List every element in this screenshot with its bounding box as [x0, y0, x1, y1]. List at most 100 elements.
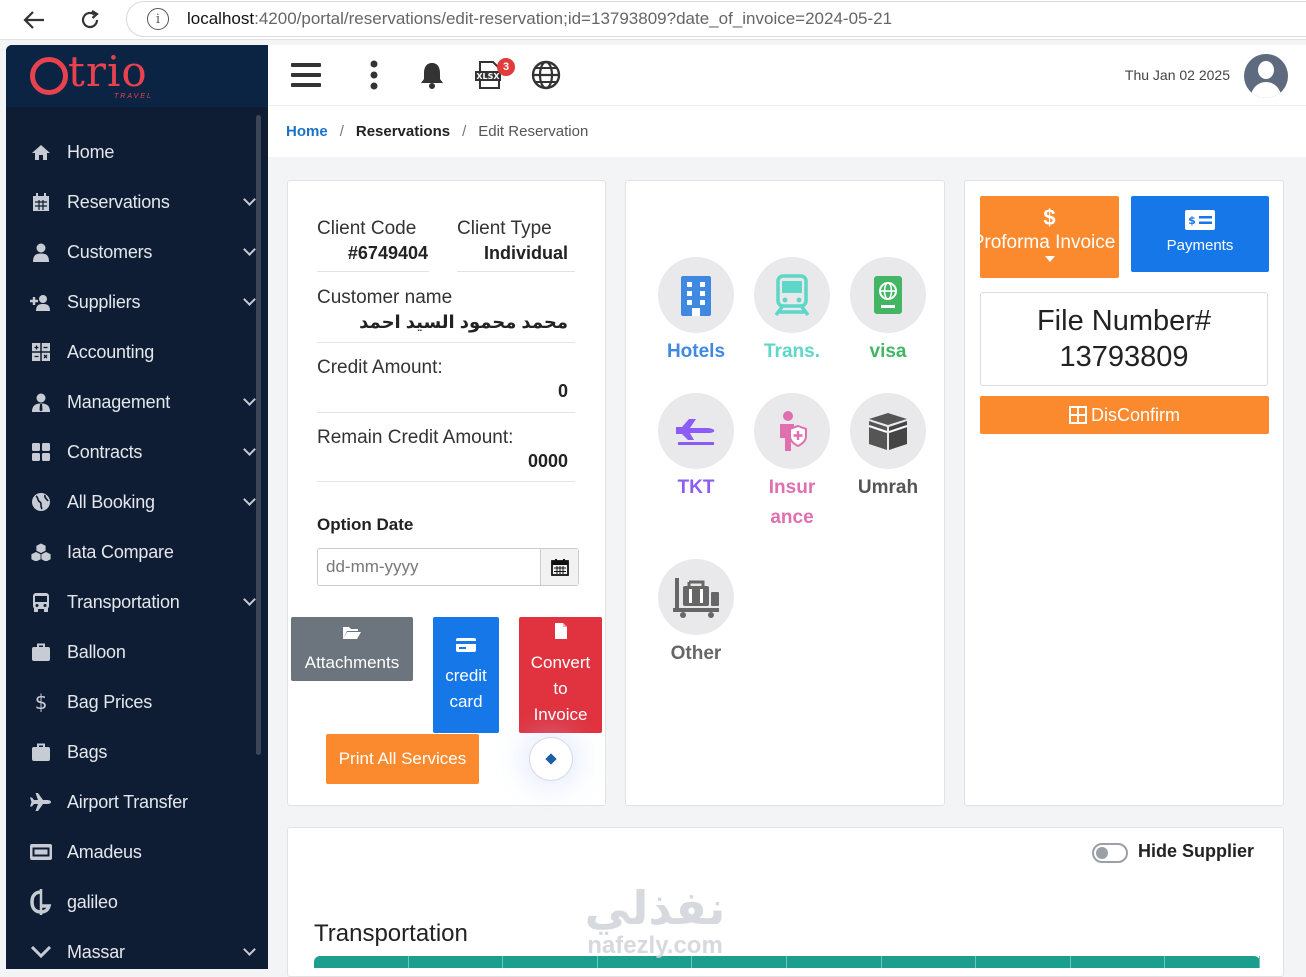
plane-icon: [30, 792, 52, 812]
file-number-box: File Number# 13793809: [980, 292, 1268, 386]
file-number-value: 13793809: [1059, 341, 1189, 373]
proforma-invoice-button[interactable]: $ Proforma Invoice: [980, 196, 1119, 278]
money-check-icon: $: [1131, 209, 1269, 231]
chevron-down-icon[interactable]: [243, 393, 256, 406]
service-umrah[interactable]: Umrah: [840, 393, 936, 503]
file-icon: [554, 622, 568, 648]
attachments-label: Attachments: [304, 653, 400, 672]
service-label: visa: [869, 341, 907, 362]
sidebar-item-label: Home: [67, 141, 115, 162]
service-hotels[interactable]: Hotels: [648, 257, 744, 367]
hamburger-menu-icon[interactable]: [290, 59, 322, 91]
sidebar-item-label: Contracts: [67, 441, 143, 462]
user-icon: [30, 242, 52, 262]
sidebar-item-transportation[interactable]: Transportation: [6, 577, 256, 627]
sidebar-item-home[interactable]: Home: [6, 127, 256, 177]
services-card: Hotels Trans. visa TKT Insurance Umrah O…: [625, 180, 945, 806]
transportation-section: Hide Supplier Transportation: [287, 827, 1284, 977]
sidebar-item-iata-compare[interactable]: Iata Compare: [6, 527, 256, 577]
sidebar-item-contracts[interactable]: Contracts: [6, 427, 256, 477]
more-vertical-icon[interactable]: [364, 59, 384, 91]
breadcrumb-reservations[interactable]: Reservations: [356, 123, 450, 140]
chevron-down-icon[interactable]: [243, 943, 256, 956]
calendar-icon: [30, 192, 52, 212]
calculator-icon: [1068, 406, 1087, 424]
info-icon[interactable]: i: [147, 8, 169, 30]
convert-to-invoice-label: Convert to Invoice: [530, 653, 591, 724]
option-date-placeholder: dd-mm-yyyy: [326, 557, 419, 576]
option-date-input[interactable]: dd-mm-yyyy: [317, 548, 579, 586]
address-bar[interactable]: i localhost:4200/portal/reservations/edi…: [126, 1, 1306, 37]
disconfirm-label: DisConfirm: [1090, 404, 1180, 425]
sidebar-item-label: Massar: [67, 941, 125, 962]
sidebar-item-massar[interactable]: Massar: [6, 927, 256, 969]
sidebar-item-bag-prices[interactable]: $ Bag Prices: [6, 677, 256, 727]
svg-text:$: $: [1188, 214, 1196, 227]
breadcrumb-home[interactable]: Home: [286, 123, 328, 140]
payments-button[interactable]: $ Payments: [1131, 196, 1269, 272]
sidebar-item-airport-transfer[interactable]: Airport Transfer: [6, 777, 256, 827]
back-arrow-icon[interactable]: [20, 6, 48, 34]
print-all-services-label: Print All Services: [338, 749, 467, 768]
service-transport[interactable]: Trans.: [744, 257, 840, 367]
remain-credit-value: 0000: [527, 451, 568, 471]
chevron-down-icon[interactable]: [243, 243, 256, 256]
galileo-icon: [30, 889, 52, 915]
customer-name-label: Customer name: [317, 287, 453, 308]
chevron-down-icon[interactable]: [243, 193, 256, 206]
sidebar-item-management[interactable]: Management: [6, 377, 256, 427]
sidebar-item-label: galileo: [67, 891, 118, 912]
attachments-button[interactable]: Attachments: [291, 617, 413, 681]
sidebar-item-bags[interactable]: Bags: [6, 727, 256, 777]
calendar-icon[interactable]: [540, 549, 578, 585]
sidebar-scrollbar[interactable]: [256, 115, 261, 755]
home-icon: [30, 142, 52, 162]
luggage-icon: [658, 559, 734, 635]
sidebar-item-all-booking[interactable]: All Booking: [6, 477, 256, 527]
chevron-down-icon[interactable]: [243, 443, 256, 456]
sidebar-item-galileo[interactable]: galileo: [6, 877, 256, 927]
service-label: Umrah: [857, 477, 919, 498]
service-insurance[interactable]: Insurance: [744, 393, 840, 533]
user-avatar[interactable]: [1244, 54, 1288, 98]
print-all-services-button[interactable]: Print All Services: [326, 734, 479, 784]
dollar-icon: $: [1043, 205, 1056, 230]
chevron-down-icon[interactable]: [243, 493, 256, 506]
chevron-down-icon[interactable]: [243, 593, 256, 606]
breadcrumb-current: Edit Reservation: [478, 123, 589, 140]
options-toggle-button[interactable]: [529, 737, 573, 781]
sidebar-item-suppliers[interactable]: Suppliers: [6, 277, 256, 327]
kaaba-icon: [850, 393, 926, 469]
service-visa[interactable]: visa: [840, 257, 936, 367]
hide-supplier-toggle[interactable]: [1092, 843, 1128, 863]
service-tkt[interactable]: TKT: [648, 393, 744, 503]
sidebar-item-amadeus[interactable]: Amadeus: [6, 827, 256, 877]
calculator-icon: [30, 342, 52, 362]
bus-icon: [30, 592, 52, 612]
sidebar-menu: Home Reservations Customers Suppliers Accoun…: [6, 127, 256, 969]
service-label: TKT: [677, 477, 715, 498]
bell-icon[interactable]: [418, 59, 446, 91]
user-tie-icon: [30, 392, 52, 412]
globe-icon[interactable]: [531, 59, 561, 91]
client-code-value: #6749404: [347, 243, 428, 263]
convert-to-invoice-button[interactable]: Convert to Invoice: [519, 617, 602, 733]
reload-icon[interactable]: [76, 6, 104, 34]
passport-icon: [850, 257, 926, 333]
service-other[interactable]: Other: [648, 559, 744, 669]
sidebar-item-reservations[interactable]: Reservations: [6, 177, 256, 227]
sidebar-item-customers[interactable]: Customers: [6, 227, 256, 277]
chevron-down-icon[interactable]: [243, 293, 256, 306]
disconfirm-button[interactable]: DisConfirm: [980, 396, 1269, 434]
credit-card-button[interactable]: credit card: [433, 617, 499, 733]
service-label: Other: [670, 643, 722, 664]
sidebar-item-balloon[interactable]: Balloon: [6, 627, 256, 677]
plane-icon: [658, 393, 734, 469]
sidebar-item-label: All Booking: [67, 491, 155, 512]
globe-icon: [30, 492, 52, 512]
sidebar-item-accounting[interactable]: Accounting: [6, 327, 256, 377]
brand-logo[interactable]: trio TRAVEL: [6, 45, 268, 107]
credit-card-icon: [455, 635, 477, 661]
service-label: Trans.: [764, 341, 820, 362]
grid-icon: [30, 442, 52, 462]
